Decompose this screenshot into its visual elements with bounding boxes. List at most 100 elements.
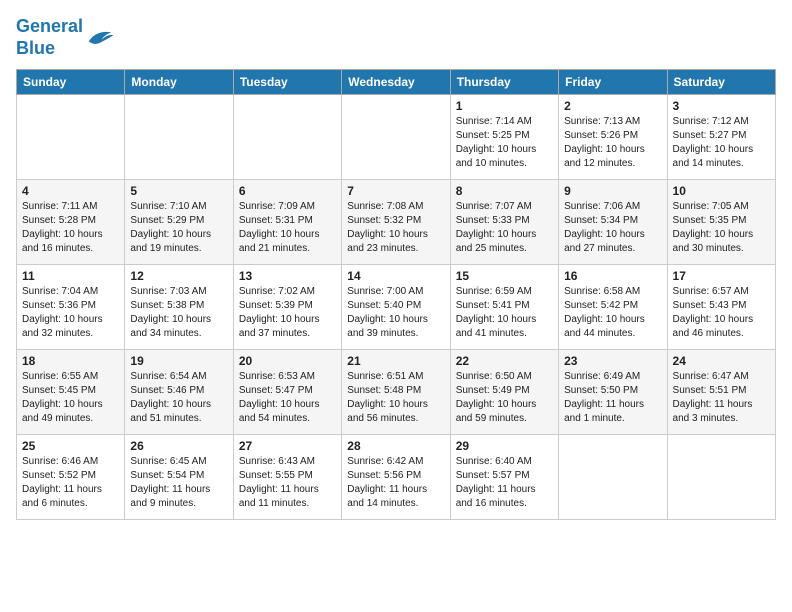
day-info: Sunrise: 6:58 AMSunset: 5:42 PMDaylight:… xyxy=(564,285,661,341)
week-row-4: 18 Sunrise: 6:55 AMSunset: 5:45 PMDayligh… xyxy=(17,350,776,435)
day-number: 28 xyxy=(347,439,444,453)
day-info: Sunrise: 7:00 AMSunset: 5:40 PMDaylight:… xyxy=(347,285,444,341)
day-info: Sunrise: 7:06 AMSunset: 5:34 PMDaylight:… xyxy=(564,200,661,256)
calendar-cell: 23 Sunrise: 6:49 AMSunset: 5:50 PMDayligh… xyxy=(559,350,667,435)
day-info: Sunrise: 6:43 AMSunset: 5:55 PMDaylight:… xyxy=(239,455,336,511)
calendar-cell: 22 Sunrise: 6:50 AMSunset: 5:49 PMDayligh… xyxy=(450,350,558,435)
day-info: Sunrise: 7:13 AMSunset: 5:26 PMDaylight:… xyxy=(564,115,661,171)
calendar-cell: 19Sunrise: 6:54 AMSunset: 5:46 PMDayligh… xyxy=(125,350,233,435)
day-info: Sunrise: 6:50 AMSunset: 5:49 PMDaylight:… xyxy=(456,370,553,426)
day-info: Sunrise: 7:02 AMSunset: 5:39 PMDaylight:… xyxy=(239,285,336,341)
calendar-cell: 8Sunrise: 7:07 AMSunset: 5:33 PMDaylight… xyxy=(450,180,558,265)
day-info: Sunrise: 6:57 AMSunset: 5:43 PMDaylight:… xyxy=(673,285,770,341)
day-number: 25 xyxy=(22,439,119,453)
day-info: Sunrise: 7:12 AMSunset: 5:27 PMDaylight:… xyxy=(673,115,770,171)
day-info: Sunrise: 7:14 AMSunset: 5:25 PMDaylight:… xyxy=(456,115,553,171)
day-info: Sunrise: 6:46 AMSunset: 5:52 PMDaylight:… xyxy=(22,455,119,511)
column-header-friday: Friday xyxy=(559,70,667,95)
day-info: Sunrise: 6:54 AMSunset: 5:46 PMDaylight:… xyxy=(130,370,227,426)
calendar-cell xyxy=(342,95,450,180)
day-info: Sunrise: 7:08 AMSunset: 5:32 PMDaylight:… xyxy=(347,200,444,256)
calendar-cell: 7 Sunrise: 7:08 AMSunset: 5:32 PMDaylight… xyxy=(342,180,450,265)
week-row-5: 25 Sunrise: 6:46 AMSunset: 5:52 PMDayligh… xyxy=(17,435,776,520)
calendar-cell: 9 Sunrise: 7:06 AMSunset: 5:34 PMDaylight… xyxy=(559,180,667,265)
column-header-sunday: Sunday xyxy=(17,70,125,95)
calendar-cell xyxy=(667,435,775,520)
day-number: 20 xyxy=(239,354,336,368)
day-number: 6 xyxy=(239,184,336,198)
day-info: Sunrise: 6:55 AMSunset: 5:45 PMDaylight:… xyxy=(22,370,119,426)
column-header-monday: Monday xyxy=(125,70,233,95)
day-number: 17 xyxy=(673,269,770,283)
day-number: 15 xyxy=(456,269,553,283)
logo-text: GeneralBlue xyxy=(16,16,83,59)
day-info: Sunrise: 6:51 AMSunset: 5:48 PMDaylight:… xyxy=(347,370,444,426)
calendar-cell: 20 Sunrise: 6:53 AMSunset: 5:47 PMDayligh… xyxy=(233,350,341,435)
day-number: 18 xyxy=(22,354,119,368)
day-info: Sunrise: 6:53 AMSunset: 5:47 PMDaylight:… xyxy=(239,370,336,426)
day-info: Sunrise: 7:03 AMSunset: 5:38 PMDaylight:… xyxy=(130,285,227,341)
day-number: 7 xyxy=(347,184,444,198)
column-header-wednesday: Wednesday xyxy=(342,70,450,95)
day-number: 13 xyxy=(239,269,336,283)
day-number: 11 xyxy=(22,269,119,283)
day-info: Sunrise: 6:59 AMSunset: 5:41 PMDaylight:… xyxy=(456,285,553,341)
day-number: 24 xyxy=(673,354,770,368)
calendar-cell: 26 Sunrise: 6:45 AMSunset: 5:54 PMDayligh… xyxy=(125,435,233,520)
calendar-cell: 28 Sunrise: 6:42 AMSunset: 5:56 PMDayligh… xyxy=(342,435,450,520)
day-number: 21 xyxy=(347,354,444,368)
day-info: Sunrise: 6:49 AMSunset: 5:50 PMDaylight:… xyxy=(564,370,661,426)
day-number: 12 xyxy=(130,269,227,283)
day-number: 5 xyxy=(130,184,227,198)
day-info: Sunrise: 7:10 AMSunset: 5:29 PMDaylight:… xyxy=(130,200,227,256)
day-number: 22 xyxy=(456,354,553,368)
calendar-cell: 27 Sunrise: 6:43 AMSunset: 5:55 PMDayligh… xyxy=(233,435,341,520)
day-number: 16 xyxy=(564,269,661,283)
calendar-table: SundayMondayTuesdayWednesdayThursdayFrid… xyxy=(16,69,776,520)
day-info: Sunrise: 6:42 AMSunset: 5:56 PMDaylight:… xyxy=(347,455,444,511)
day-number: 27 xyxy=(239,439,336,453)
page-header: GeneralBlue xyxy=(16,16,776,59)
calendar-cell: 17 Sunrise: 6:57 AMSunset: 5:43 PMDayligh… xyxy=(667,265,775,350)
calendar-cell xyxy=(125,95,233,180)
day-info: Sunrise: 6:40 AMSunset: 5:57 PMDaylight:… xyxy=(456,455,553,511)
calendar-cell: 5 Sunrise: 7:10 AMSunset: 5:29 PMDaylight… xyxy=(125,180,233,265)
calendar-cell: 24 Sunrise: 6:47 AMSunset: 5:51 PMDayligh… xyxy=(667,350,775,435)
calendar-cell: 2 Sunrise: 7:13 AMSunset: 5:26 PMDaylight… xyxy=(559,95,667,180)
day-number: 23 xyxy=(564,354,661,368)
calendar-cell: 13 Sunrise: 7:02 AMSunset: 5:39 PMDayligh… xyxy=(233,265,341,350)
column-header-saturday: Saturday xyxy=(667,70,775,95)
calendar-cell xyxy=(233,95,341,180)
day-number: 10 xyxy=(673,184,770,198)
day-number: 3 xyxy=(673,99,770,113)
calendar-cell: 10Sunrise: 7:05 AMSunset: 5:35 PMDayligh… xyxy=(667,180,775,265)
day-info: Sunrise: 6:45 AMSunset: 5:54 PMDaylight:… xyxy=(130,455,227,511)
calendar-cell xyxy=(17,95,125,180)
day-info: Sunrise: 7:07 AMSunset: 5:33 PMDaylight:… xyxy=(456,200,553,256)
logo: GeneralBlue xyxy=(16,16,115,59)
week-row-3: 11 Sunrise: 7:04 AMSunset: 5:36 PMDayligh… xyxy=(17,265,776,350)
calendar-cell xyxy=(559,435,667,520)
calendar-cell: 3 Sunrise: 7:12 AMSunset: 5:27 PMDaylight… xyxy=(667,95,775,180)
day-number: 14 xyxy=(347,269,444,283)
day-info: Sunrise: 6:47 AMSunset: 5:51 PMDaylight:… xyxy=(673,370,770,426)
calendar-cell: 18 Sunrise: 6:55 AMSunset: 5:45 PMDayligh… xyxy=(17,350,125,435)
day-number: 2 xyxy=(564,99,661,113)
calendar-cell: 29Sunrise: 6:40 AMSunset: 5:57 PMDayligh… xyxy=(450,435,558,520)
day-info: Sunrise: 7:11 AMSunset: 5:28 PMDaylight:… xyxy=(22,200,119,256)
calendar-cell: 16 Sunrise: 6:58 AMSunset: 5:42 PMDayligh… xyxy=(559,265,667,350)
calendar-cell: 25 Sunrise: 6:46 AMSunset: 5:52 PMDayligh… xyxy=(17,435,125,520)
calendar-cell: 14 Sunrise: 7:00 AMSunset: 5:40 PMDayligh… xyxy=(342,265,450,350)
calendar-cell: 4Sunrise: 7:11 AMSunset: 5:28 PMDaylight… xyxy=(17,180,125,265)
day-number: 9 xyxy=(564,184,661,198)
calendar-header-row: SundayMondayTuesdayWednesdayThursdayFrid… xyxy=(17,70,776,95)
day-number: 1 xyxy=(456,99,553,113)
day-number: 26 xyxy=(130,439,227,453)
calendar-cell: 1 Sunrise: 7:14 AMSunset: 5:25 PMDaylight… xyxy=(450,95,558,180)
calendar-cell: 11 Sunrise: 7:04 AMSunset: 5:36 PMDayligh… xyxy=(17,265,125,350)
day-info: Sunrise: 7:04 AMSunset: 5:36 PMDaylight:… xyxy=(22,285,119,341)
column-header-tuesday: Tuesday xyxy=(233,70,341,95)
column-header-thursday: Thursday xyxy=(450,70,558,95)
calendar-cell: 21 Sunrise: 6:51 AMSunset: 5:48 PMDayligh… xyxy=(342,350,450,435)
day-info: Sunrise: 7:09 AMSunset: 5:31 PMDaylight:… xyxy=(239,200,336,256)
